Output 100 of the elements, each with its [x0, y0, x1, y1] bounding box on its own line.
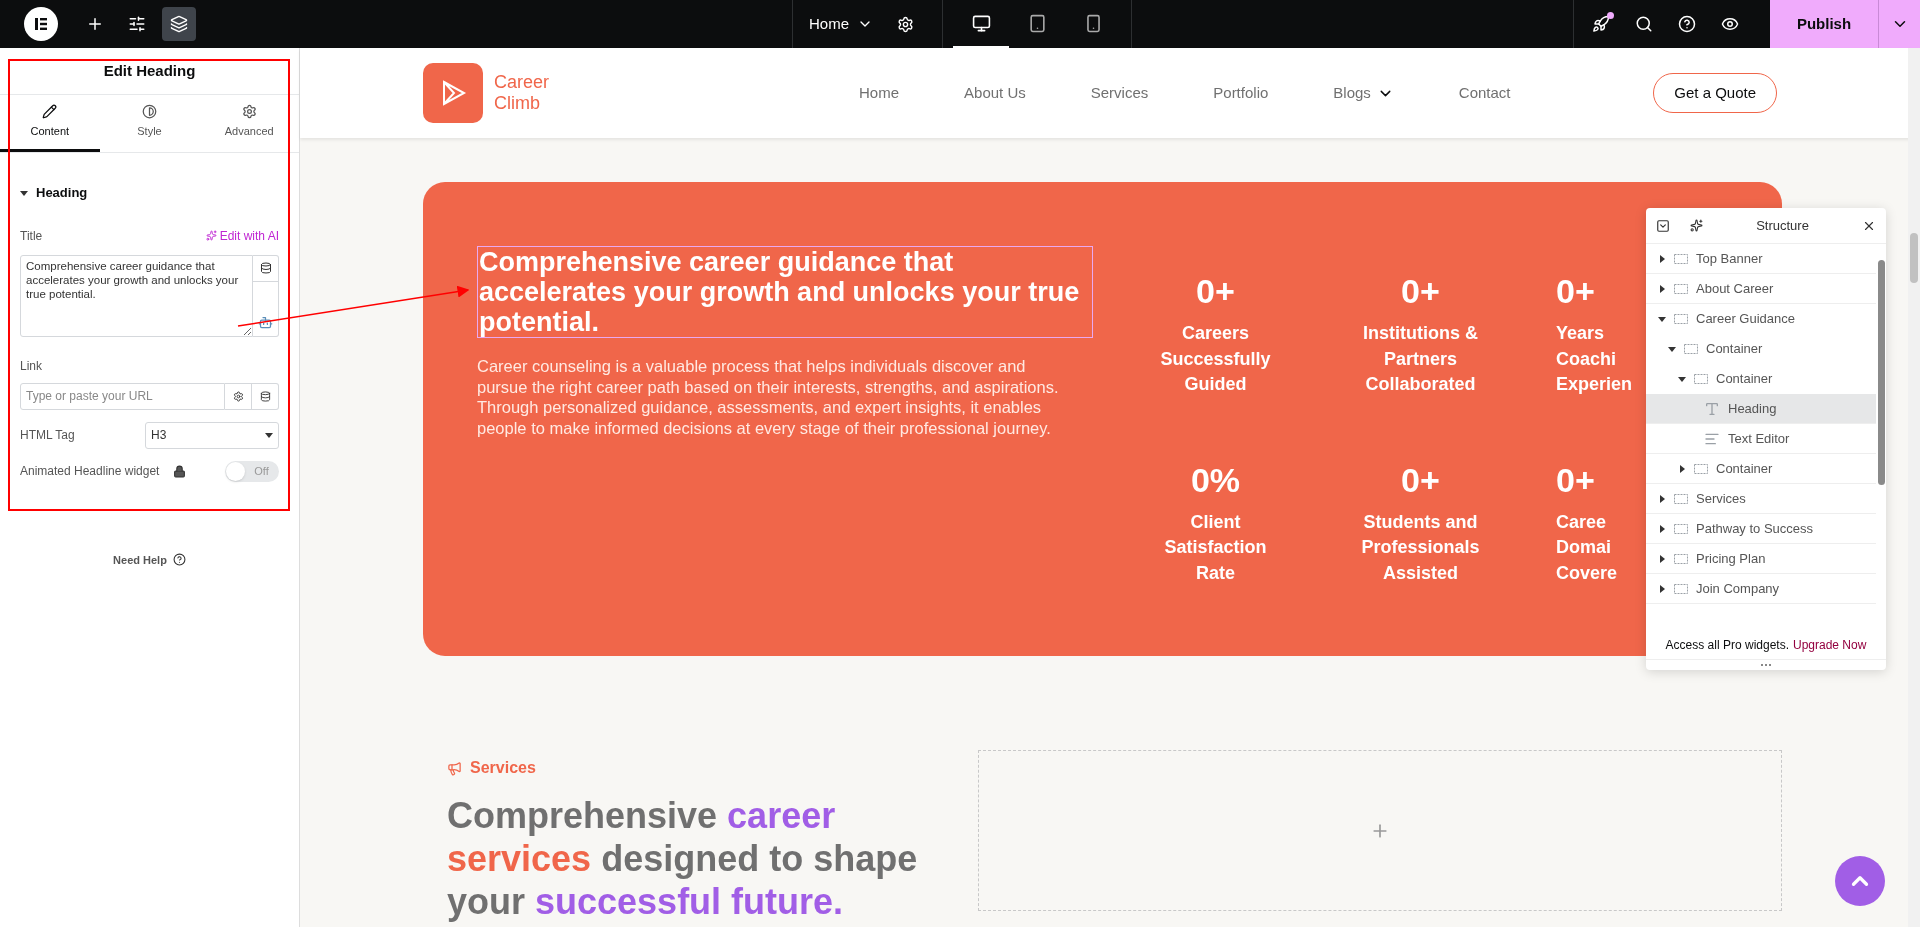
structure-item[interactable]: Pricing Plan	[1646, 544, 1876, 574]
database-icon	[259, 390, 271, 402]
dynamic-tags-button[interactable]	[252, 382, 279, 410]
nav-link[interactable]: Home	[859, 81, 900, 105]
dropdown-square-icon[interactable]	[1656, 218, 1670, 233]
promo-text: Access all Pro widgets.	[1665, 636, 1789, 654]
container-icon	[1694, 374, 1708, 384]
rocket-icon[interactable]	[1592, 15, 1610, 33]
hero-paragraph: Career counseling is a valuable process that helps individuals discover and pursue the right career path based on their interests, strengths, and aspirations. Through personalized guidance, assessments, and expert insights, it enables people to make informed decisions at every stage of their professional journey.	[477, 356, 1060, 438]
structure-item-label: Heading	[1728, 399, 1777, 418]
dropdown-caret-icon	[265, 431, 273, 439]
stat-value: 0%	[1190, 459, 1241, 500]
structure-item[interactable]: Container	[1646, 454, 1876, 484]
container-icon	[1674, 523, 1688, 534]
stat-label: Years Coachi Experien	[1556, 322, 1633, 396]
container-icon	[1674, 283, 1688, 294]
sliders-icon	[128, 15, 146, 33]
structure-item[interactable]: About Career	[1646, 274, 1876, 304]
structure-item[interactable]: Text Editor	[1646, 424, 1876, 454]
nav-link[interactable]: Services	[1090, 81, 1149, 105]
structure-item-label: Career Guidance	[1696, 310, 1795, 329]
caret-icon	[20, 188, 28, 197]
field-label: Title	[20, 227, 43, 245]
field-label: Link	[20, 357, 43, 375]
structure-item-label: Services	[1696, 489, 1746, 508]
container-icon	[1674, 493, 1688, 504]
settings-icon	[232, 390, 244, 402]
field-label: Animated Headline widget	[20, 463, 160, 480]
panel-title: Edit Heading	[0, 48, 299, 95]
container-icon	[1674, 314, 1688, 324]
page-scrollbar[interactable]	[1908, 48, 1920, 927]
container-icon	[1684, 344, 1698, 354]
container-icon	[1674, 583, 1688, 594]
nav-link[interactable]: Contact	[1458, 81, 1511, 105]
field-label: HTML Tag	[20, 427, 75, 444]
panel-tab[interactable]: Style	[99, 95, 200, 152]
nav-link[interactable]: About Us	[964, 81, 1026, 105]
toggle-knob	[226, 461, 245, 481]
stat-label: Careers Successfully Guided	[1160, 322, 1271, 396]
panel-tab[interactable]: Content	[0, 95, 100, 152]
sparkle-icon	[205, 230, 217, 241]
stat-label: Institutions & Partners Collaborated	[1363, 322, 1478, 396]
container-icon	[1674, 253, 1688, 264]
structure-item-label: Join Company	[1696, 579, 1780, 598]
page-selector[interactable]: Home	[793, 0, 889, 48]
scroll-to-top-button[interactable]	[1835, 856, 1885, 906]
structure-item-label: Container	[1706, 340, 1763, 359]
title-textarea[interactable]: Comprehensive career guidance that accelerates your growth and unlocks your true potential.	[20, 254, 253, 337]
text-type-icon	[1704, 400, 1720, 417]
eye-icon[interactable]	[1721, 15, 1739, 33]
logo-text: Career	[494, 72, 550, 93]
structure-item[interactable]: Services	[1646, 484, 1876, 514]
pencil-icon	[42, 104, 58, 120]
logo-icon[interactable]	[24, 7, 58, 41]
logo-mark-icon	[423, 63, 483, 123]
structure-item-label: Text Editor	[1728, 429, 1790, 448]
panel-tab[interactable]: Advanced	[199, 95, 299, 152]
stat-value: 0+	[1401, 271, 1440, 311]
robot-icon	[258, 315, 273, 330]
html-tag-select[interactable]: H3	[145, 421, 279, 449]
stat-label: Students and Professionals Assisted	[1361, 510, 1480, 585]
structure-item[interactable]: Top Banner	[1646, 244, 1876, 274]
stat-label: Client Satisfaction Rate	[1164, 510, 1267, 585]
structure-item-label: Top Banner	[1696, 249, 1763, 268]
structure-title: Structure	[1755, 216, 1810, 235]
sparkle-icon[interactable]	[1690, 219, 1703, 232]
help-link[interactable]: Need Help	[113, 551, 167, 568]
stat-label: Caree Domai Covere	[1556, 510, 1618, 585]
megaphone-icon	[447, 760, 462, 776]
edit-with-ai-link[interactable]: Edit with AI	[205, 226, 279, 245]
structure-item[interactable]: Join Company	[1646, 574, 1876, 604]
add-icon	[86, 15, 104, 33]
structure-item-label: About Career	[1696, 279, 1774, 298]
section-toggle[interactable]: Heading	[20, 183, 88, 203]
nav-link[interactable]: Portfolio	[1213, 81, 1269, 105]
container-icon	[1694, 463, 1708, 474]
section-eyebrow: Services	[470, 758, 536, 778]
url-input[interactable]: Type or paste your URL	[20, 382, 225, 410]
database-icon	[259, 262, 272, 274]
logo-text: Climb	[494, 93, 541, 114]
publish-button[interactable]: Publish	[1770, 0, 1878, 48]
layers-icon	[170, 15, 188, 33]
stat-value: 0+	[1401, 459, 1440, 500]
structure-item[interactable]: Heading	[1646, 394, 1876, 424]
structure-item-label: Pricing Plan	[1696, 549, 1766, 568]
stat-value: 0+	[1556, 271, 1595, 311]
structure-item-label: Pathway to Success	[1696, 519, 1814, 538]
upgrade-link[interactable]: Upgrade Now	[1793, 635, 1867, 654]
settings-icon[interactable]	[897, 15, 914, 33]
search-icon[interactable]	[1635, 15, 1653, 33]
link-options-button[interactable]	[225, 382, 252, 410]
toolbar-button[interactable]	[162, 7, 196, 41]
stat-value: 0+	[1196, 271, 1235, 311]
help-icon[interactable]	[172, 553, 186, 567]
half-circle-icon	[142, 104, 157, 120]
container-icon	[1674, 553, 1688, 564]
nav-link[interactable]: Blogs	[1333, 81, 1394, 105]
desktop-icon	[971, 13, 991, 33]
structure-item[interactable]: Pathway to Success	[1646, 514, 1876, 544]
settings-icon	[241, 104, 257, 120]
